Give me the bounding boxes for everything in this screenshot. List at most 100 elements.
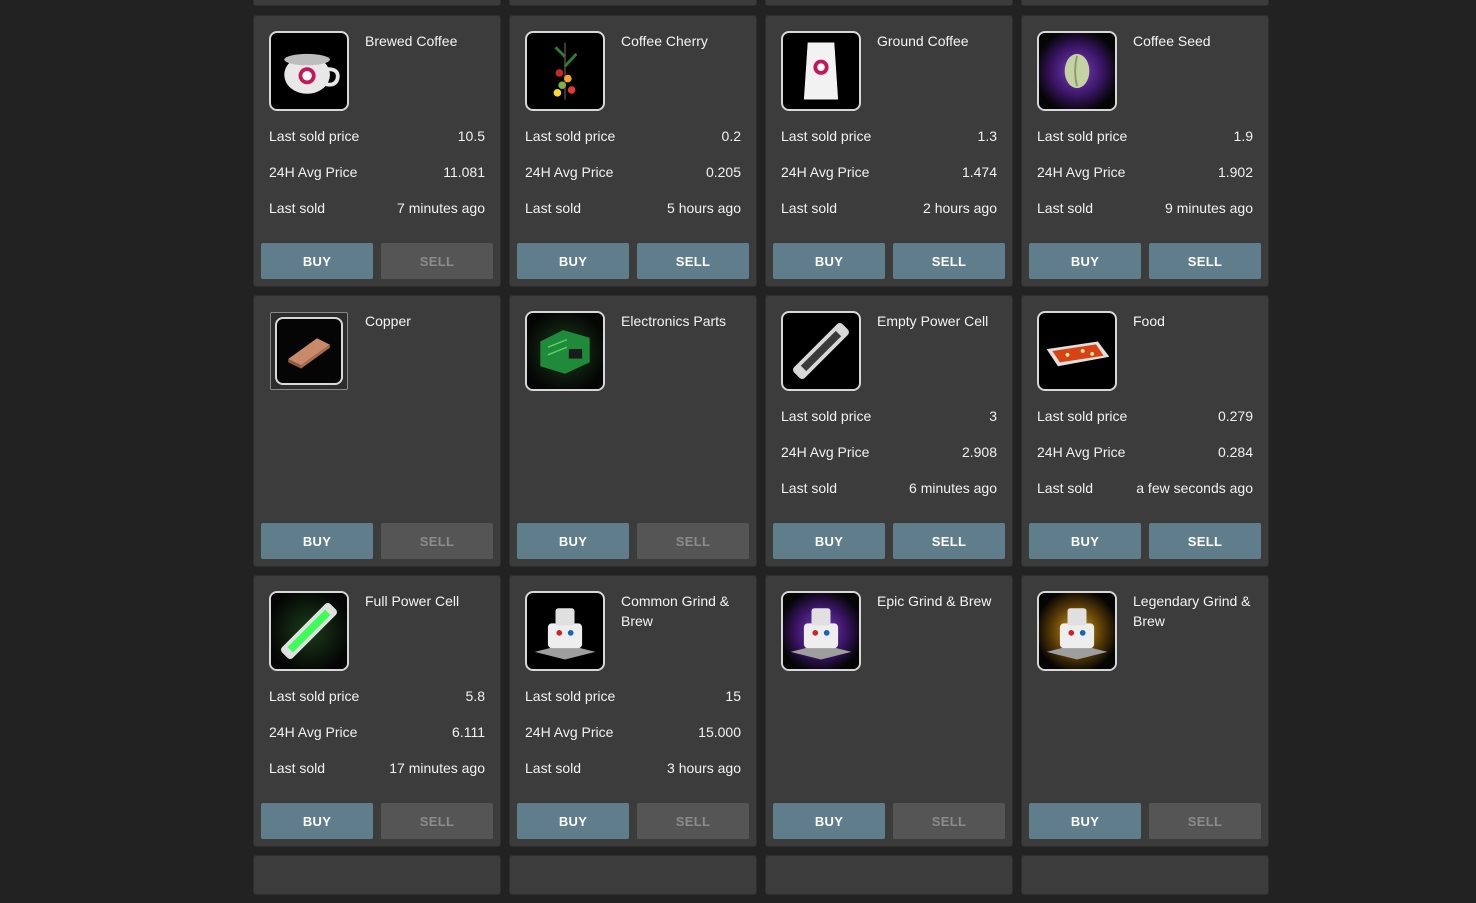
- card-stub: [765, 0, 1013, 6]
- avg-price-row: 24H Avg Price 6.111: [269, 722, 485, 758]
- buy-button[interactable]: BUY: [261, 243, 373, 279]
- sell-button[interactable]: SELL: [637, 523, 749, 559]
- last-sold-price-label: Last sold price: [525, 128, 616, 144]
- item-stats: Last sold price 10.5 24H Avg Price 11.081 La…: [269, 126, 485, 234]
- sell-button[interactable]: SELL: [893, 243, 1005, 279]
- food-tray-icon: [1037, 311, 1117, 391]
- last-sold-price-value: 0.279: [1217, 408, 1253, 424]
- buy-button[interactable]: BUY: [773, 803, 885, 839]
- market-item-card: Ground Coffee Last sold price 1.3 24H Avg P…: [765, 15, 1013, 287]
- buy-button[interactable]: BUY: [773, 523, 885, 559]
- item-stats: Last sold price 1.3 24H Avg Price 1.474 Last…: [781, 126, 997, 234]
- avg-price-value: 0.284: [1217, 444, 1253, 460]
- avg-price-label: 24H Avg Price: [269, 724, 358, 740]
- last-sold-price-value: 1.3: [977, 128, 997, 144]
- buy-button[interactable]: BUY: [1029, 243, 1141, 279]
- buy-button[interactable]: BUY: [261, 523, 373, 559]
- sell-button[interactable]: SELL: [637, 243, 749, 279]
- action-buttons: BUY SELL: [517, 803, 749, 839]
- market-item-card: Coffee Cherry Last sold price 0.2 24H Avg P…: [509, 15, 757, 287]
- action-buttons: BUY SELL: [517, 523, 749, 559]
- buy-button[interactable]: BUY: [261, 803, 373, 839]
- coffee-mug-icon: [269, 31, 349, 111]
- buy-button[interactable]: BUY: [773, 243, 885, 279]
- buy-button[interactable]: BUY: [1029, 803, 1141, 839]
- item-name: Full Power Cell: [365, 593, 460, 609]
- item-name: Ground Coffee: [877, 33, 969, 49]
- sell-button[interactable]: SELL: [381, 803, 493, 839]
- market-item-card: Copper BUY SELL: [253, 295, 501, 567]
- last-sold-value: a few seconds ago: [1136, 480, 1253, 496]
- full-power-cell-icon: [269, 591, 349, 671]
- circuit-board-icon: [525, 311, 605, 391]
- sell-button[interactable]: SELL: [1149, 243, 1261, 279]
- last-sold-price-value: 0.2: [721, 128, 741, 144]
- buy-button[interactable]: BUY: [1029, 523, 1141, 559]
- last-sold-price-row: Last sold price 1.3: [781, 126, 997, 162]
- last-sold-price-label: Last sold price: [781, 128, 872, 144]
- avg-price-row: 24H Avg Price 1.902: [1037, 162, 1253, 198]
- item-stats: Last sold price 1.9 24H Avg Price 1.902 Last…: [1037, 126, 1253, 234]
- action-buttons: BUY SELL: [517, 243, 749, 279]
- legendary-grind-brew-machine-icon: [1037, 591, 1117, 671]
- avg-price-label: 24H Avg Price: [781, 164, 870, 180]
- last-sold-value: 2 hours ago: [923, 200, 997, 216]
- sell-button[interactable]: SELL: [1149, 803, 1261, 839]
- item-name: Coffee Cherry: [621, 33, 708, 49]
- last-sold-value: 17 minutes ago: [389, 760, 485, 776]
- last-sold-price-row: Last sold price 15: [525, 686, 741, 722]
- last-sold-price-value: 15: [725, 688, 741, 704]
- coffee-cherry-icon: [525, 31, 605, 111]
- last-sold-price-label: Last sold price: [781, 408, 872, 424]
- last-sold-price-row: Last sold price 0.2: [525, 126, 741, 162]
- last-sold-value: 7 minutes ago: [397, 200, 485, 216]
- sell-button[interactable]: SELL: [1149, 523, 1261, 559]
- item-name: Empty Power Cell: [877, 313, 989, 329]
- last-sold-price-row: Last sold price 3: [781, 406, 997, 442]
- avg-price-row: 24H Avg Price 0.284: [1037, 442, 1253, 478]
- sell-button[interactable]: SELL: [893, 523, 1005, 559]
- last-sold-label: Last sold: [1037, 480, 1094, 496]
- market-item-card: Common Grind & Brew Last sold price 15 24H …: [509, 575, 757, 847]
- avg-price-label: 24H Avg Price: [1037, 164, 1126, 180]
- avg-price-value: 2.908: [961, 444, 997, 460]
- last-sold-row: Last sold 3 hours ago: [525, 758, 741, 794]
- last-sold-row: Last sold 7 minutes ago: [269, 198, 485, 234]
- last-sold-row: Last sold 2 hours ago: [781, 198, 997, 234]
- buy-button[interactable]: BUY: [517, 523, 629, 559]
- avg-price-label: 24H Avg Price: [781, 444, 870, 460]
- buy-button[interactable]: BUY: [517, 243, 629, 279]
- last-sold-label: Last sold: [269, 200, 326, 216]
- item-stats: Last sold price 0.279 24H Avg Price 0.284 La…: [1037, 406, 1253, 514]
- buy-button[interactable]: BUY: [517, 803, 629, 839]
- last-sold-price-label: Last sold price: [1037, 128, 1128, 144]
- sell-button[interactable]: SELL: [381, 243, 493, 279]
- avg-price-label: 24H Avg Price: [269, 164, 358, 180]
- market-item-card-partial: [509, 855, 757, 895]
- last-sold-label: Last sold: [1037, 200, 1094, 216]
- market-item-card: Epic Grind & Brew BUY SELL: [765, 575, 1013, 847]
- last-sold-label: Last sold: [525, 760, 582, 776]
- last-sold-label: Last sold: [781, 480, 838, 496]
- item-name: Copper: [365, 313, 411, 329]
- sell-button[interactable]: SELL: [637, 803, 749, 839]
- item-name: Legendary Grind & Brew: [1133, 593, 1251, 629]
- item-stats: Last sold price 15 24H Avg Price 15.000 Last…: [525, 686, 741, 794]
- last-sold-row: Last sold a few seconds ago: [1037, 478, 1253, 514]
- market-item-card: Empty Power Cell Last sold price 3 24H Avg …: [765, 295, 1013, 567]
- last-sold-price-row: Last sold price 1.9: [1037, 126, 1253, 162]
- sell-button[interactable]: SELL: [381, 523, 493, 559]
- last-sold-price-row: Last sold price 10.5: [269, 126, 485, 162]
- avg-price-value: 15.000: [698, 724, 741, 740]
- sell-button[interactable]: SELL: [893, 803, 1005, 839]
- last-sold-price-label: Last sold price: [269, 688, 360, 704]
- last-sold-label: Last sold: [781, 200, 838, 216]
- item-stats: Last sold price 0.2 24H Avg Price 0.205 Last…: [525, 126, 741, 234]
- last-sold-price-value: 1.9: [1233, 128, 1253, 144]
- action-buttons: BUY SELL: [773, 243, 1005, 279]
- coffee-seed-icon: [1037, 31, 1117, 111]
- avg-price-label: 24H Avg Price: [1037, 444, 1126, 460]
- item-name: Food: [1133, 313, 1165, 329]
- avg-price-row: 24H Avg Price 11.081: [269, 162, 485, 198]
- last-sold-price-value: 10.5: [457, 128, 485, 144]
